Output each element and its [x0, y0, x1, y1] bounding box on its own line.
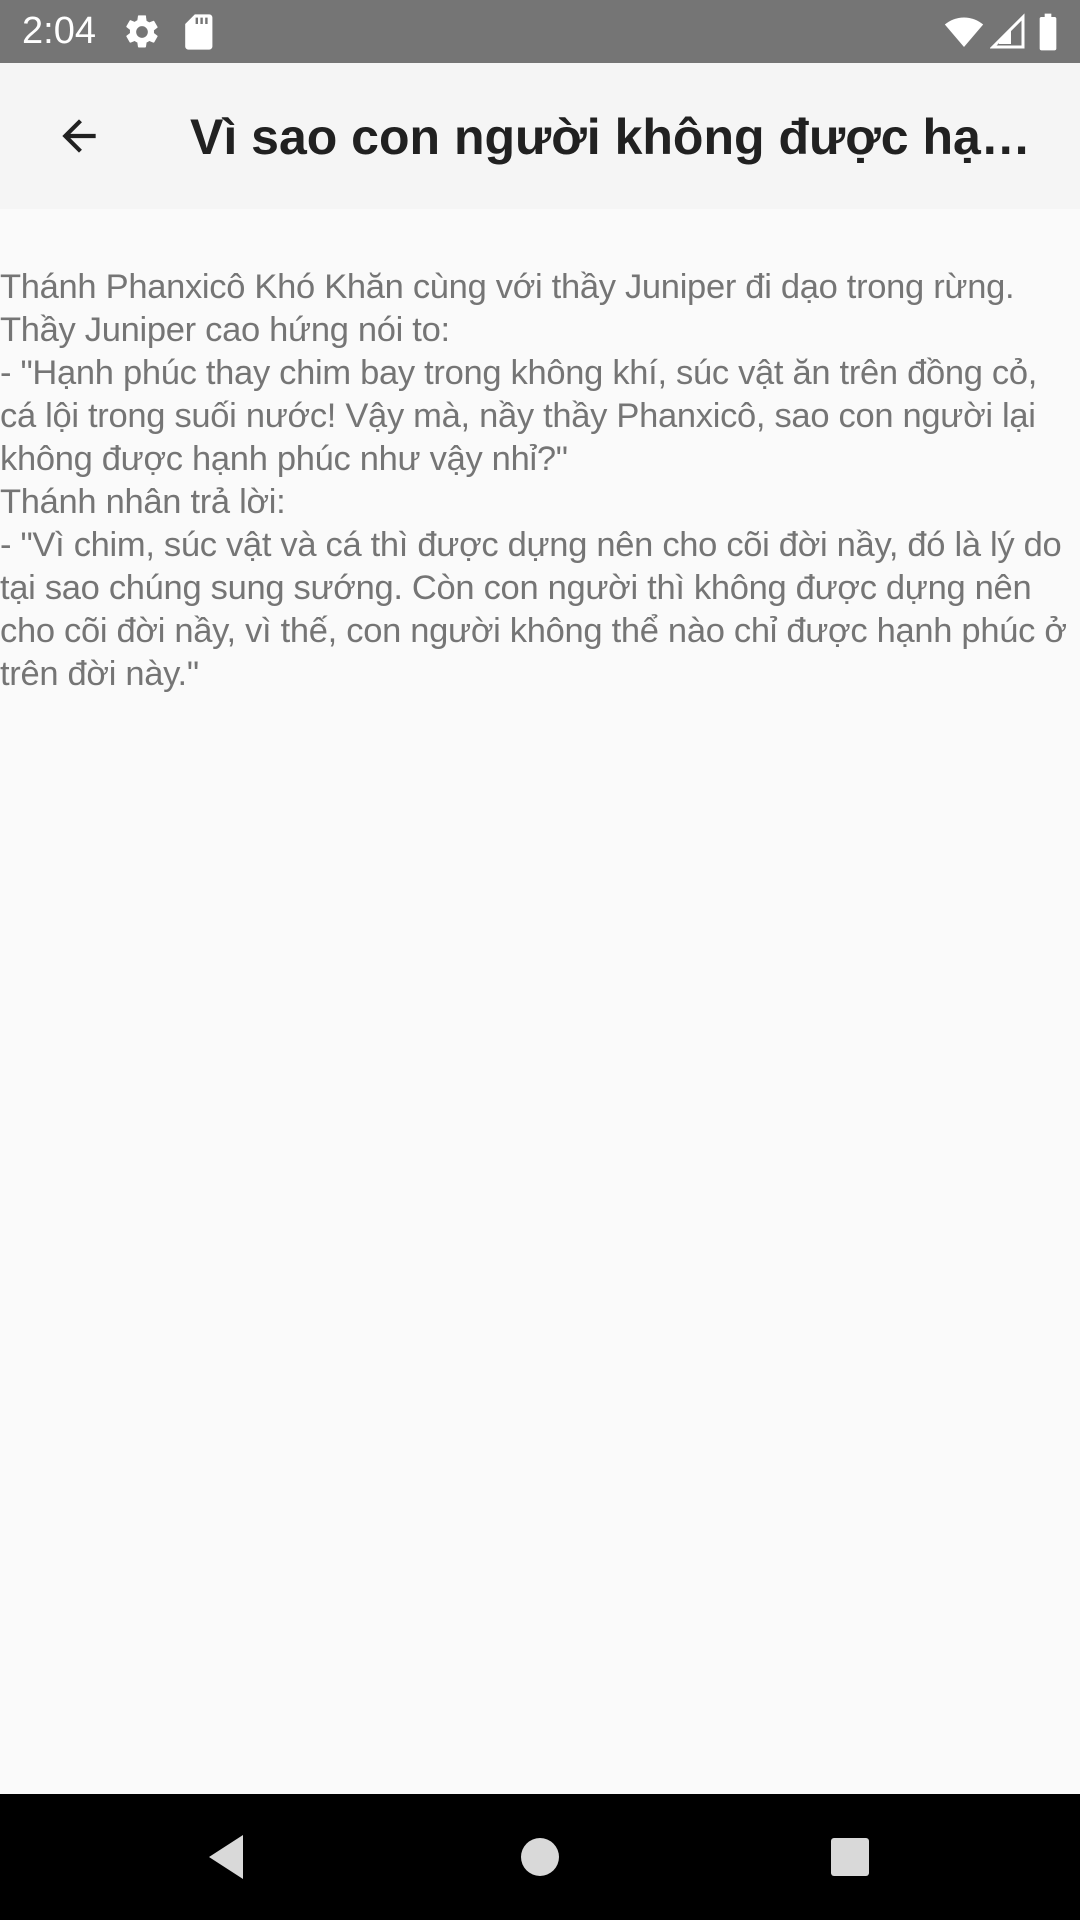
home-circle-icon	[521, 1838, 559, 1876]
story-content: Thánh Phanxicô Khó Khăn cùng với thầy Ju…	[0, 266, 1080, 696]
story-text: Thánh Phanxicô Khó Khăn cùng với thầy Ju…	[0, 268, 1067, 693]
screen: 2:04 Vì sao con người không được hạnh...…	[0, 0, 1080, 1920]
signal-icon	[990, 13, 1025, 49]
app-bar: Vì sao con người không được hạnh...	[0, 63, 1080, 209]
battery-icon	[1039, 13, 1057, 51]
gear-icon	[126, 15, 158, 48]
sd-card-icon	[185, 14, 213, 50]
status-bar: 2:04	[0, 0, 1080, 63]
wifi-icon	[944, 17, 984, 47]
arrow-back-icon	[62, 119, 96, 153]
recents-square-icon	[831, 1838, 869, 1876]
nav-recents-button[interactable]	[810, 1817, 890, 1897]
nav-back-button[interactable]	[186, 1817, 266, 1897]
navigation-bar	[0, 1794, 1080, 1920]
page-title: Vì sao con người không được hạnh...	[190, 109, 1052, 165]
nav-home-button[interactable]	[500, 1817, 580, 1897]
back-triangle-icon	[209, 1835, 243, 1879]
back-button[interactable]	[36, 93, 122, 179]
status-time: 2:04	[22, 10, 96, 52]
